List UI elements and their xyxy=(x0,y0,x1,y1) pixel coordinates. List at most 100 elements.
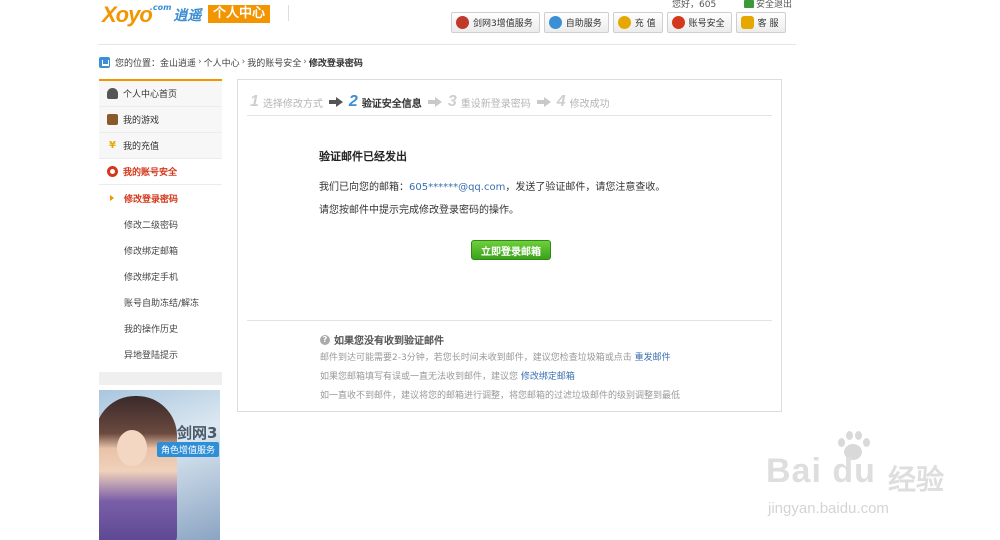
logout-link[interactable]: 安全退出 xyxy=(744,0,792,10)
logo-text: Xoyo xyxy=(102,2,153,27)
nav-label: 账号安全 xyxy=(688,19,725,29)
promo-tag: 角色增值服务 xyxy=(157,442,220,457)
breadcrumb-separator: › xyxy=(198,57,202,67)
game-icon xyxy=(107,114,118,125)
sidebar-item-home[interactable]: 个人中心首页 xyxy=(99,81,222,107)
sidebar-sub-operation-history[interactable]: 我的操作历史 xyxy=(99,315,222,341)
login-mailbox-button[interactable]: 立即登录邮箱 xyxy=(471,240,551,260)
step-number: 4 xyxy=(556,93,566,110)
nav-customer-service-button[interactable]: 客 服 xyxy=(735,12,786,33)
sidebar-item-label: 我的充值 xyxy=(123,142,160,152)
breadcrumb-separator: › xyxy=(303,57,307,67)
breadcrumb-item-xoyo[interactable]: 金山逍遥 xyxy=(160,56,196,69)
steps-divider xyxy=(247,115,772,116)
help-row-resend: 邮件到达可能需要2-3分钟，若您长时间未收到邮件，建议您检查垃圾箱或点击 重发邮… xyxy=(320,350,671,363)
coin-icon xyxy=(617,16,631,29)
message-email-sent: 我们已向您的邮箱：605******@qq.com，发送了验证邮件，请您注意查收… xyxy=(319,178,665,193)
help-divider xyxy=(247,320,772,321)
sidebar-sub-freeze-account[interactable]: 账号自助冻结/解冻 xyxy=(99,289,222,315)
top-nav: 剑网3增值服务 自助服务 充 值 账号安全 客 服 xyxy=(451,12,786,33)
masked-email: 605******@qq.com xyxy=(409,182,506,193)
shield-icon xyxy=(671,16,685,29)
sidebar-gap xyxy=(99,372,222,385)
sidebar-item-recharge[interactable]: ¥ 我的充值 xyxy=(99,133,222,159)
progress-steps: 1 选择修改方式 2 验证安全信息 3 重设新登录密码 4 修改成功 xyxy=(250,92,610,112)
watermark-url: jingyan.baidu.com xyxy=(768,500,889,517)
location-icon xyxy=(99,56,110,68)
sidebar: 个人中心首页 我的游戏 ¥ 我的充值 我的账号安全 修改登录密码 修改二级密码 … xyxy=(99,79,222,385)
message-instruction: 请您按邮件中提示完成修改登录密码的操作。 xyxy=(319,205,519,216)
handshake-icon xyxy=(740,16,754,29)
breadcrumb-label: 您的位置： xyxy=(115,58,161,69)
header: Xoyo .com 逍遥 个人中心 您好，605 安全退出 剑网3增值服务 自助… xyxy=(0,0,1000,45)
jx3-promo-banner[interactable]: 剑网3 角色增值服务 xyxy=(99,390,220,540)
welcome-text: 您好，605 xyxy=(672,0,717,10)
header-divider-line xyxy=(98,44,796,45)
breadcrumb-separator: › xyxy=(241,57,246,67)
nav-label: 剑网3增值服务 xyxy=(473,19,533,29)
step-label: 重设新登录密码 xyxy=(460,98,531,110)
change-bound-email-link[interactable]: 修改绑定邮箱 xyxy=(521,372,575,382)
step-arrow-icon xyxy=(536,97,551,107)
step-label: 修改成功 xyxy=(569,98,610,110)
step-1: 1 选择修改方式 xyxy=(250,93,323,111)
breadcrumb-current: 修改登录密码 xyxy=(308,58,363,69)
breadcrumb-item-account-security[interactable]: 我的账号安全 xyxy=(247,56,301,69)
message-prefix: 我们已向您的邮箱： xyxy=(319,182,409,193)
step-number: 1 xyxy=(250,93,259,110)
question-icon: ? xyxy=(320,334,330,345)
sidebar-sub-change-login-password[interactable]: 修改登录密码 xyxy=(99,185,222,211)
step-arrow-icon xyxy=(328,97,343,107)
sidebar-item-games[interactable]: 我的游戏 xyxy=(99,107,222,133)
logo-com: .com xyxy=(149,2,172,12)
lifebuoy-icon xyxy=(107,166,118,177)
resend-email-link[interactable]: 重发邮件 xyxy=(635,353,671,363)
main-panel: 1 选择修改方式 2 验证安全信息 3 重设新登录密码 4 修改成功 验证邮件已… xyxy=(237,79,782,412)
help-title-text: 如果您没有收到验证邮件 xyxy=(334,336,444,347)
step-number: 3 xyxy=(447,93,457,110)
sidebar-sub-change-bound-phone[interactable]: 修改绑定手机 xyxy=(99,263,222,289)
sidebar-item-label: 我的游戏 xyxy=(123,116,160,126)
logo-cn: 逍遥 xyxy=(173,8,202,24)
sidebar-sub-remote-login-alert[interactable]: 异地登陆提示 xyxy=(99,341,222,367)
sidebar-item-account-security[interactable]: 我的账号安全 xyxy=(99,159,222,185)
nav-label: 客 服 xyxy=(757,19,779,29)
message-suffix: ，发送了验证邮件，请您注意查收。 xyxy=(505,182,666,193)
watermark-brand: Bai du xyxy=(766,452,876,490)
nav-recharge-button[interactable]: 充 值 xyxy=(612,12,663,33)
help-row-text: 邮件到达可能需要2-3分钟，若您长时间未收到邮件，建议您检查垃圾箱或点击 xyxy=(320,353,632,363)
message-title: 验证邮件已经发出 xyxy=(319,150,407,163)
header-divider xyxy=(288,5,289,21)
step-label: 验证安全信息 xyxy=(361,98,422,110)
help-row-spam-filter: 如一直收不到邮件，建议将您的邮箱进行调整，将您邮箱的过滤垃圾邮件的级别调整到最低 xyxy=(320,391,681,401)
xoyo-logo[interactable]: Xoyo .com 逍遥 xyxy=(102,2,201,28)
breadcrumb-item-personal-center[interactable]: 个人中心 xyxy=(204,56,240,69)
personal-center-badge: 个人中心 xyxy=(208,5,271,23)
character-face xyxy=(117,430,147,466)
logout-icon xyxy=(744,0,754,8)
logout-label: 安全退出 xyxy=(756,0,793,10)
sidebar-sub-change-secondary-password[interactable]: 修改二级密码 xyxy=(99,211,222,237)
step-3: 3 重设新登录密码 xyxy=(448,93,531,111)
nav-label: 充 值 xyxy=(634,19,656,29)
watermark-cn: 经验 xyxy=(888,463,945,496)
nav-self-service-button[interactable]: 自助服务 xyxy=(543,12,609,33)
character-illustration xyxy=(99,396,177,540)
nav-account-security-button[interactable]: 账号安全 xyxy=(666,12,732,33)
help-row-change-email: 如果您邮箱填写有误或一直无法收到邮件，建议您 修改绑定邮箱 xyxy=(320,369,575,382)
user-icon xyxy=(548,16,562,29)
step-label: 选择修改方式 xyxy=(262,98,323,110)
person-icon xyxy=(107,88,118,99)
sword-icon xyxy=(456,16,469,29)
breadcrumb: 您的位置： 金山逍遥 › 个人中心 › 我的账号安全 › 修改登录密码 xyxy=(99,55,363,69)
step-arrow-icon xyxy=(427,97,442,107)
baidu-jingyan-watermark: Bai du 经验 jingyan.baidu.com xyxy=(760,430,1000,540)
step-number: 2 xyxy=(348,93,358,110)
promo-title: 剑网3 xyxy=(177,424,218,442)
nav-jx3-service-button[interactable]: 剑网3增值服务 xyxy=(451,12,540,33)
sidebar-sub-change-bound-email[interactable]: 修改绑定邮箱 xyxy=(99,237,222,263)
sidebar-item-label: 个人中心首页 xyxy=(123,90,178,100)
help-title: ? 如果您没有收到验证邮件 xyxy=(320,332,444,347)
sidebar-item-label: 我的账号安全 xyxy=(123,168,178,178)
step-2: 2 验证安全信息 xyxy=(349,93,422,111)
